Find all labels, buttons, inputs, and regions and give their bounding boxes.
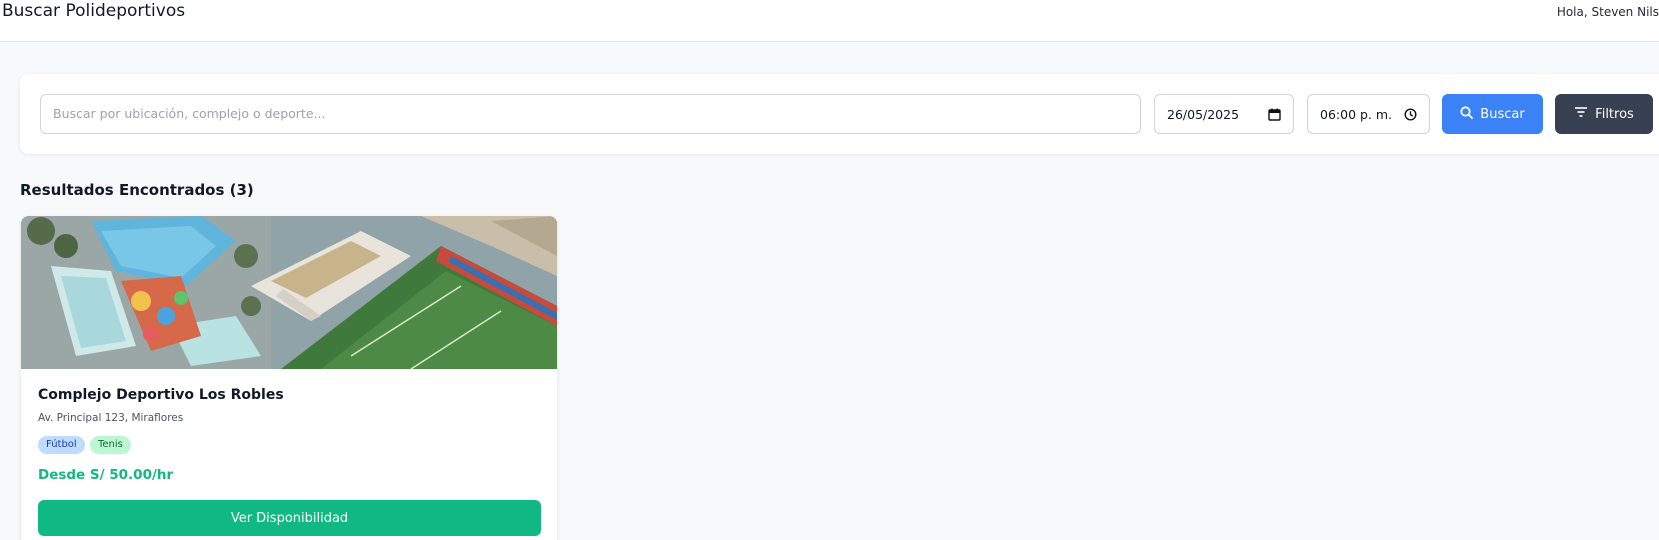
search-button[interactable]: Buscar (1442, 94, 1543, 134)
sport-tag: Tenis (90, 436, 131, 454)
time-field[interactable]: 06:00 p. m. (1307, 94, 1430, 134)
venue-address: Av. Principal 123, Miraflores (38, 412, 184, 424)
search-input[interactable]: Buscar por ubicación, complejo o deporte… (40, 94, 1141, 134)
sport-tag: Fútbol (38, 436, 85, 454)
search-button-label: Buscar (1480, 106, 1525, 122)
venue-name[interactable]: Complejo Deportivo Los Robles (38, 387, 284, 403)
venue-price: Desde S/ 50.00/hr (38, 467, 174, 483)
user-greeting[interactable]: Hola, Steven Nils (1557, 5, 1659, 19)
filters-button[interactable]: Filtros (1555, 94, 1653, 134)
date-value: 26/05/2025 (1167, 106, 1240, 122)
search-icon (1460, 105, 1474, 123)
clock-icon[interactable] (1404, 107, 1417, 121)
view-availability-button[interactable]: Ver Disponibilidad (38, 500, 541, 536)
calendar-icon[interactable] (1268, 108, 1281, 121)
venue-photo (21, 216, 557, 369)
time-value: 06:00 p. m. (1320, 106, 1393, 122)
top-bar: Buscar Polideportivos Hola, Steven Nils (0, 0, 1659, 42)
filters-button-label: Filtros (1595, 106, 1634, 122)
search-panel: Buscar por ubicación, complejo o deporte… (20, 74, 1659, 154)
result-card: Complejo Deportivo Los Robles Av. Princi… (21, 216, 557, 540)
filter-icon (1574, 106, 1588, 122)
page-title: Buscar Polideportivos (2, 1, 186, 21)
date-field[interactable]: 26/05/2025 (1154, 94, 1294, 134)
results-heading: Resultados Encontrados (3) (20, 181, 254, 199)
